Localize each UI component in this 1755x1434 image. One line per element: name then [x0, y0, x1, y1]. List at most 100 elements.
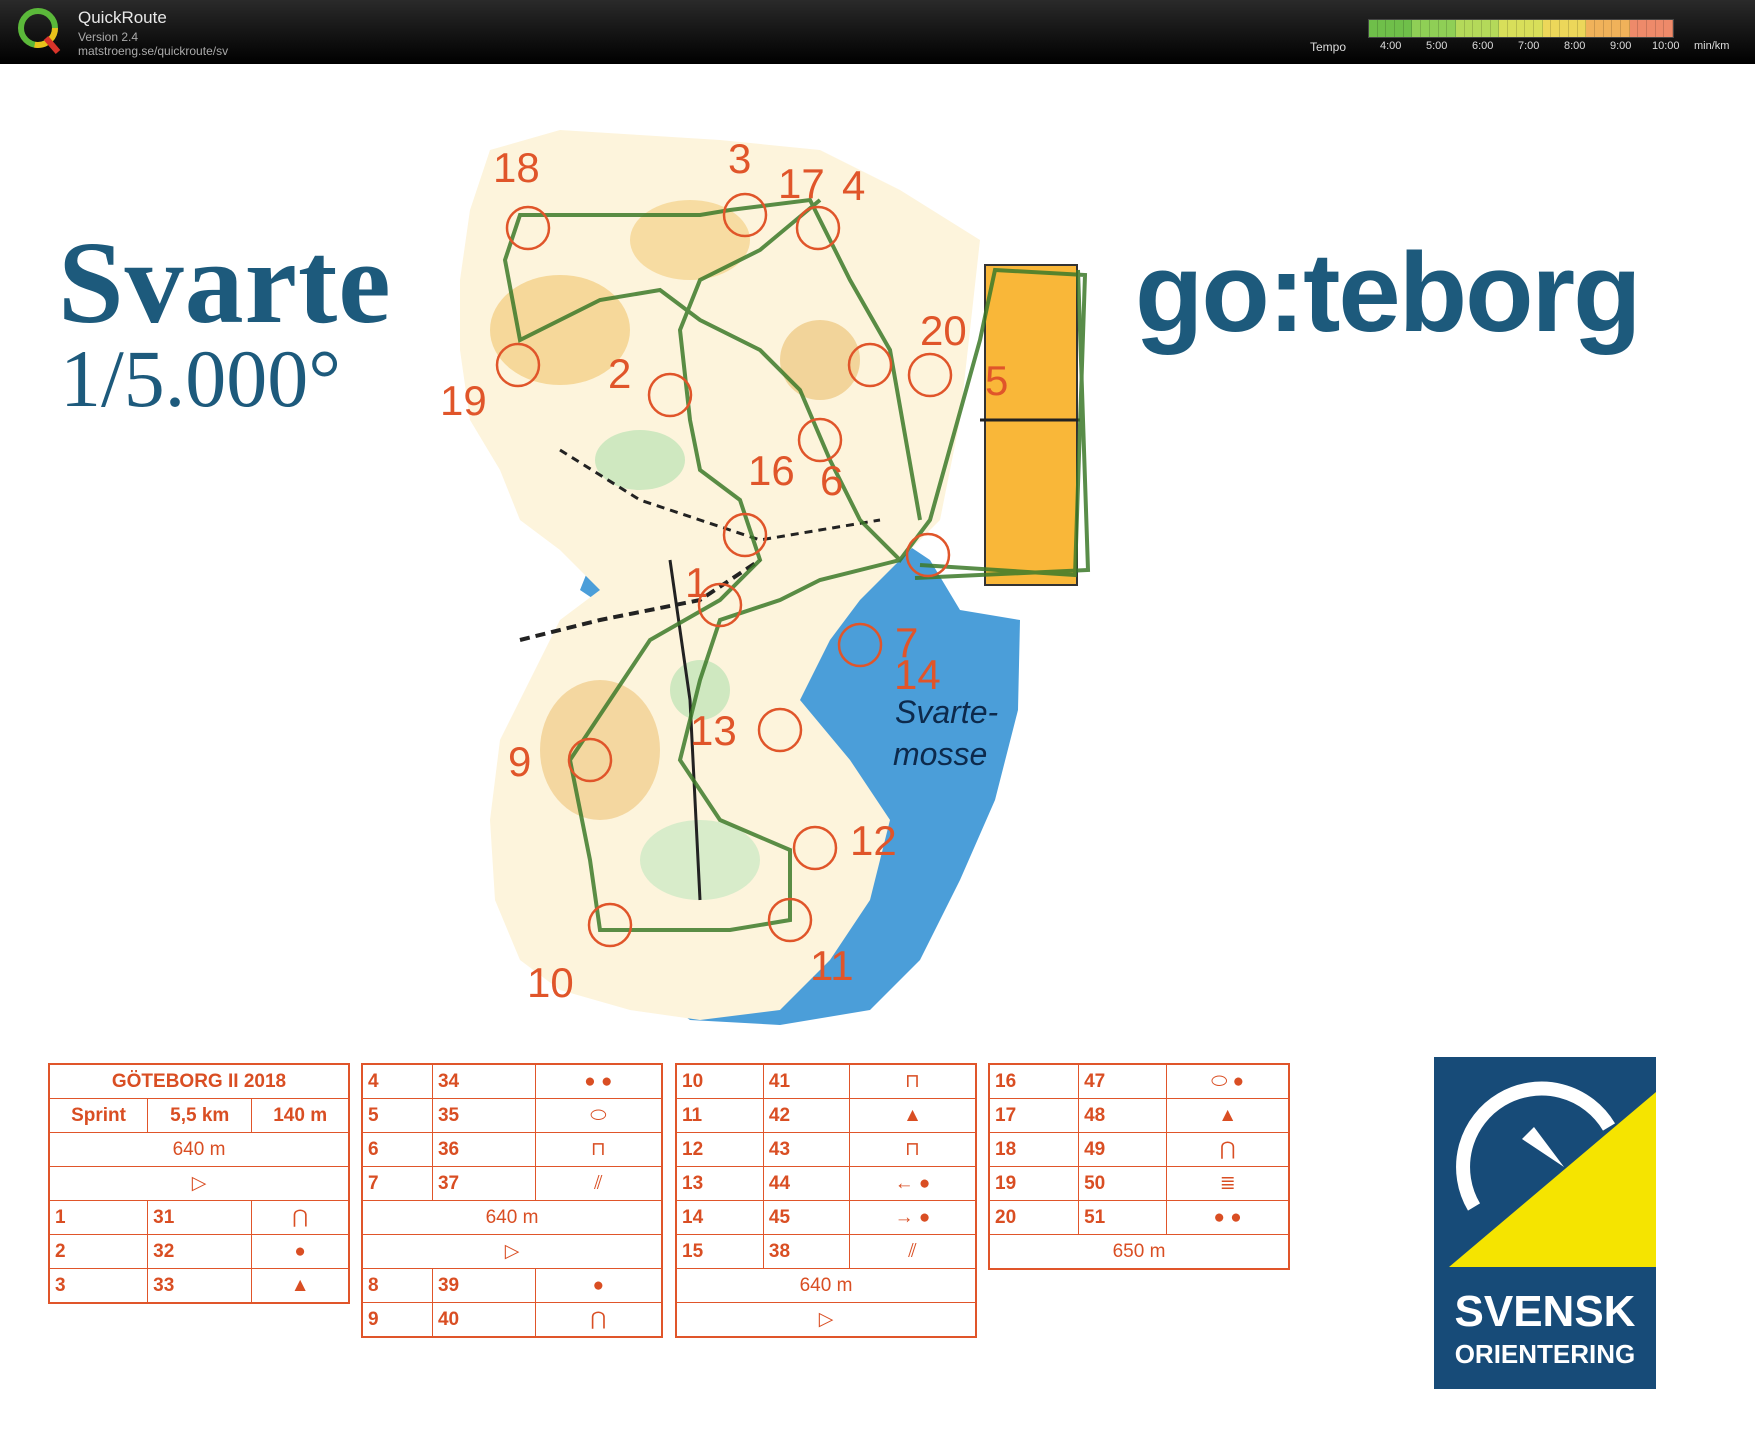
desc-row-num: 15 [675, 1234, 764, 1269]
desc-row-code: 39 [431, 1268, 536, 1303]
feature-icon: ▲ [1166, 1098, 1290, 1133]
desc-row-num: 6 [361, 1132, 433, 1167]
control-number: 3 [728, 135, 751, 182]
start-triangle-icon: ▷ [675, 1302, 977, 1338]
lake-label: mosse [893, 736, 987, 772]
feature-icon: ⊓ [848, 1132, 977, 1167]
control-number: 17 [778, 160, 825, 207]
control-description-table: GÖTEBORG II 2018 Sprint 5,5 km 140 m 640… [48, 1063, 350, 1304]
desc-row-num: 12 [675, 1132, 764, 1167]
desc-row-num: 17 [988, 1098, 1080, 1133]
control-number: 20 [920, 307, 967, 354]
feature-icon: ⋂ [534, 1302, 663, 1338]
course-climb: 140 m [251, 1098, 350, 1133]
feature-icon: ● [251, 1234, 350, 1269]
lake-label: Svarte- [895, 694, 998, 730]
desc-row-num: 8 [361, 1268, 433, 1303]
desc-row-num: 10 [675, 1063, 764, 1099]
course-class: Sprint [48, 1098, 149, 1133]
control-number: 12 [850, 817, 897, 864]
map-title: Svarte [58, 217, 392, 348]
desc-row-code: 49 [1078, 1132, 1168, 1167]
feature-icon: ⊓ [534, 1132, 663, 1167]
desc-row-code: 32 [147, 1234, 253, 1269]
desc-row-code: 33 [147, 1268, 253, 1304]
start-triangle-icon: ▷ [361, 1234, 663, 1269]
desc-row-code: 45 [762, 1200, 850, 1235]
feature-icon: ▲ [848, 1098, 977, 1133]
open-land [630, 200, 750, 280]
leg-distance: 640 m [48, 1132, 350, 1167]
feature-icon: ⋂ [1166, 1132, 1290, 1167]
desc-row-num: 5 [361, 1098, 433, 1133]
logo-text: SVENSK [1454, 1287, 1636, 1336]
feature-icon: ● [534, 1268, 663, 1303]
control-description-table: 4 34 ● ● 5 35 ⬭ 6 36 ⊓ 7 37 ⫽ 640 m ▷ 8 39 ● 9 40 ⋂ [361, 1063, 663, 1338]
course-length: 5,5 km [147, 1098, 253, 1133]
desc-row-num: 3 [48, 1268, 149, 1304]
start-triangle-icon: ▷ [48, 1166, 350, 1201]
map-city: go:teborg [1135, 230, 1642, 355]
desc-row-code: 41 [762, 1063, 850, 1099]
desc-row-code: 36 [431, 1132, 536, 1167]
desc-row-num: 19 [988, 1166, 1080, 1201]
feature-icon: ⬭ ● [1166, 1063, 1290, 1099]
feature-icon: ≣ [1166, 1166, 1290, 1201]
logo-text: ORIENTERING [1454, 1339, 1636, 1369]
desc-row-num: 9 [361, 1302, 433, 1338]
desc-row-code: 42 [762, 1098, 850, 1133]
svensk-orientering-logo: SVENSK ORIENTERING [1434, 1057, 1656, 1389]
control-number: 11 [810, 942, 854, 989]
event-name: GÖTEBORG II 2018 [48, 1063, 350, 1099]
feature-icon: ← ● [848, 1166, 977, 1201]
control-number: 2 [608, 350, 631, 397]
desc-row-num: 20 [988, 1200, 1080, 1235]
open-land [780, 320, 860, 400]
feature-icon: ⊓ [848, 1063, 977, 1099]
feature-icon: ⫽ [534, 1166, 663, 1201]
feature-icon: ⫽ [848, 1234, 977, 1269]
desc-row-num: 11 [675, 1098, 764, 1133]
control-number: 14 [894, 651, 941, 698]
desc-row-code: 38 [762, 1234, 850, 1269]
control-number: 18 [493, 144, 540, 191]
desc-row-code: 35 [431, 1098, 536, 1133]
control-number: 19 [440, 377, 487, 424]
feature-icon: → ● [848, 1200, 977, 1235]
control-description-table: 16 47 ⬭ ● 17 48 ▲ 18 49 ⋂ 19 50 ≣ 20 51 ● ● 650 m [988, 1063, 1290, 1270]
desc-row-num: 1 [48, 1200, 149, 1235]
feature-icon: ● ● [534, 1063, 663, 1099]
desc-row-code: 40 [431, 1302, 536, 1338]
control-number: 1 [685, 559, 708, 606]
control-number: 5 [985, 357, 1008, 404]
control-number: 4 [842, 162, 865, 209]
desc-row-num: 13 [675, 1166, 764, 1201]
feature-icon: ● ● [1166, 1200, 1290, 1235]
field [984, 264, 1078, 586]
leg-distance: 640 m [361, 1200, 663, 1235]
desc-row-num: 14 [675, 1200, 764, 1235]
feature-icon: ▲ [251, 1268, 350, 1304]
desc-row-code: 47 [1078, 1063, 1168, 1099]
desc-row-code: 31 [147, 1200, 253, 1235]
compass-logo-icon [1449, 1081, 1656, 1267]
desc-row-code: 34 [431, 1063, 536, 1099]
control-number: 6 [820, 457, 843, 504]
desc-row-code: 50 [1078, 1166, 1168, 1201]
desc-row-code: 48 [1078, 1098, 1168, 1133]
control-number: 16 [748, 447, 795, 494]
control-description-table: 10 41 ⊓ 11 42 ▲ 12 43 ⊓ 13 44 ← ● 14 45 → ● 15 38 ⫽ … [675, 1063, 977, 1338]
control-number: 9 [508, 738, 531, 785]
desc-row-num: 7 [361, 1166, 433, 1201]
desc-row-num: 4 [361, 1063, 433, 1099]
desc-row-num: 2 [48, 1234, 149, 1269]
feature-icon: ⋂ [251, 1200, 350, 1235]
desc-row-code: 51 [1078, 1200, 1168, 1235]
desc-row-code: 44 [762, 1166, 850, 1201]
control-number: 10 [527, 959, 574, 1006]
desc-row-num: 16 [988, 1063, 1080, 1099]
control-number: 13 [690, 707, 737, 754]
desc-row-code: 43 [762, 1132, 850, 1167]
map-scale: 1/5.000° [60, 333, 342, 424]
leg-distance: 640 m [675, 1268, 977, 1303]
